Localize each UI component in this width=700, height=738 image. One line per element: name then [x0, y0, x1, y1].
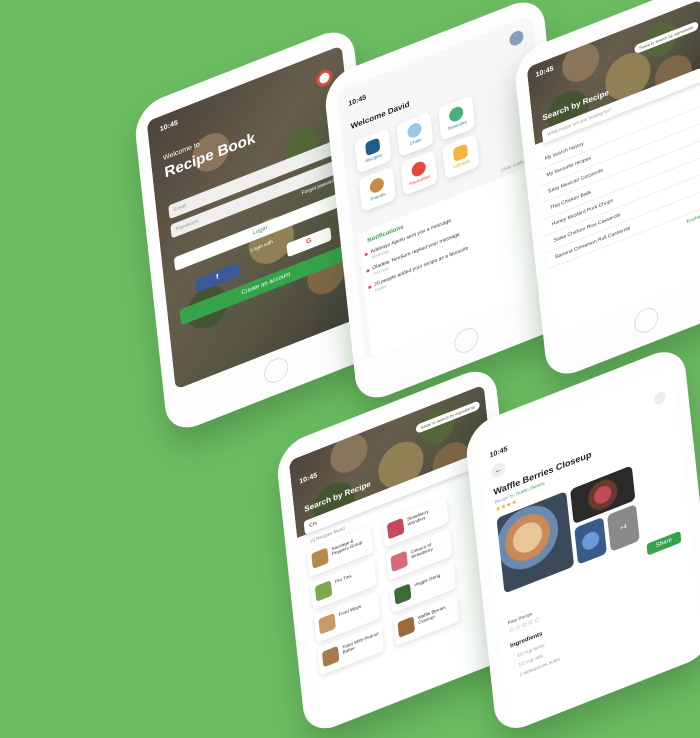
status-time: 10:45: [489, 445, 508, 460]
home-button[interactable]: [263, 354, 290, 387]
more-photos-button[interactable]: +4: [607, 503, 640, 552]
recipe-detail-phone: 10:45 ← Waffle Berries Closeup Recipe by…: [463, 342, 700, 738]
tile-networks[interactable]: Networks: [437, 94, 476, 141]
status-time: 10:45: [348, 94, 367, 108]
avatar[interactable]: [508, 28, 525, 48]
tile-favourites[interactable]: Favourites: [400, 149, 438, 196]
tile-friends[interactable]: Friends: [358, 166, 396, 213]
tile-chats[interactable]: Chats: [396, 111, 434, 158]
back-button[interactable]: ←: [490, 460, 507, 480]
facebook-icon: f: [215, 273, 219, 282]
tile-recipes[interactable]: Recipes: [354, 127, 392, 174]
favourite-button[interactable]: [653, 389, 667, 407]
tile-uploads[interactable]: Uploads: [442, 133, 480, 180]
home-button[interactable]: [453, 324, 480, 357]
recipe-thumb-image[interactable]: [574, 516, 608, 565]
recipe-detail-screen: 10:45 ← Waffle Berries Closeup Recipe by…: [477, 364, 700, 733]
search-list-screen: 10:45 Swipe to search by ingredients Sea…: [526, 0, 700, 336]
arrow-left-icon: ←: [493, 463, 503, 476]
home-button[interactable]: [633, 304, 660, 337]
share-button[interactable]: Share: [646, 530, 682, 556]
google-icon: G: [305, 237, 313, 246]
